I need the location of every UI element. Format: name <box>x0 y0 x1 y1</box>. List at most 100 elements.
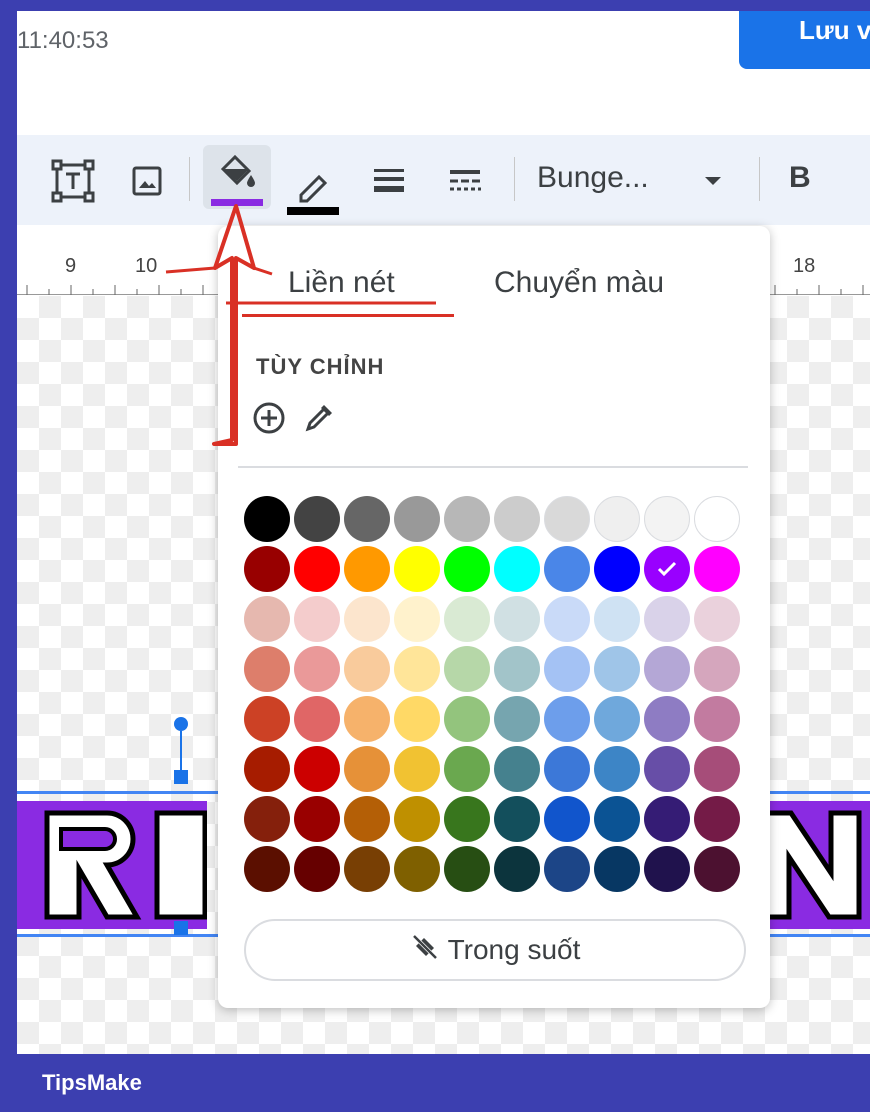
color-swatch[interactable] <box>694 846 740 892</box>
color-swatch[interactable] <box>444 596 490 642</box>
color-swatch[interactable] <box>494 796 540 842</box>
color-swatch[interactable] <box>594 796 640 842</box>
color-swatch[interactable] <box>294 846 340 892</box>
color-swatch[interactable] <box>244 696 290 742</box>
color-swatch[interactable] <box>344 696 390 742</box>
color-swatch[interactable] <box>494 696 540 742</box>
text-box-icon[interactable] <box>49 159 97 203</box>
color-swatch[interactable] <box>444 496 490 542</box>
border-dash-icon[interactable] <box>445 163 485 199</box>
color-swatch[interactable] <box>394 746 440 792</box>
color-swatch[interactable] <box>494 546 540 592</box>
color-swatch[interactable] <box>694 746 740 792</box>
border-weight-icon[interactable] <box>369 163 409 199</box>
color-swatch[interactable] <box>394 496 440 542</box>
color-swatch[interactable] <box>294 796 340 842</box>
color-swatch[interactable] <box>594 596 640 642</box>
color-swatch[interactable] <box>244 846 290 892</box>
color-swatch[interactable] <box>694 796 740 842</box>
tab-solid[interactable]: Liền nét <box>288 266 395 300</box>
color-swatch[interactable] <box>344 646 390 692</box>
resize-handle-bottom[interactable] <box>174 921 188 935</box>
color-swatch[interactable] <box>594 696 640 742</box>
color-swatch[interactable] <box>694 496 740 542</box>
color-swatch[interactable] <box>494 646 540 692</box>
color-swatch[interactable] <box>694 696 740 742</box>
color-swatch[interactable] <box>244 746 290 792</box>
color-swatch[interactable] <box>544 646 590 692</box>
chevron-down-icon[interactable] <box>699 169 727 193</box>
color-swatch[interactable] <box>644 696 690 742</box>
border-color-button[interactable] <box>287 161 339 217</box>
color-swatch[interactable] <box>444 846 490 892</box>
color-swatch[interactable] <box>244 796 290 842</box>
color-swatch[interactable] <box>344 796 390 842</box>
color-swatch[interactable] <box>494 596 540 642</box>
color-swatch[interactable] <box>344 746 390 792</box>
color-swatch[interactable] <box>294 596 340 642</box>
color-swatch[interactable] <box>544 596 590 642</box>
eyedropper-icon[interactable] <box>302 401 336 440</box>
color-swatch[interactable] <box>644 496 690 542</box>
image-icon[interactable] <box>125 161 169 201</box>
color-swatch[interactable] <box>594 846 640 892</box>
fill-color-button[interactable] <box>203 145 271 209</box>
color-swatch[interactable] <box>594 746 640 792</box>
color-swatch[interactable] <box>394 796 440 842</box>
color-swatch[interactable] <box>444 746 490 792</box>
color-swatch[interactable] <box>444 646 490 692</box>
color-swatch[interactable] <box>544 796 590 842</box>
color-swatch[interactable] <box>244 646 290 692</box>
color-swatch[interactable] <box>294 696 340 742</box>
color-swatch[interactable] <box>344 596 390 642</box>
color-swatch[interactable] <box>544 696 590 742</box>
color-swatch[interactable] <box>694 596 740 642</box>
color-swatch[interactable] <box>494 496 540 542</box>
color-swatch[interactable] <box>394 846 440 892</box>
bold-button[interactable]: B <box>789 161 811 195</box>
color-swatch[interactable] <box>544 846 590 892</box>
color-swatch[interactable] <box>644 596 690 642</box>
fill-color-indicator <box>211 199 263 206</box>
color-swatch[interactable] <box>594 496 640 542</box>
color-swatch[interactable] <box>644 646 690 692</box>
color-swatch[interactable] <box>294 646 340 692</box>
color-swatch[interactable] <box>244 596 290 642</box>
color-swatch[interactable] <box>394 546 440 592</box>
font-select[interactable]: Bunge... <box>537 161 649 195</box>
resize-handle-top[interactable] <box>174 770 188 784</box>
color-swatch[interactable] <box>444 696 490 742</box>
color-swatch[interactable] <box>494 746 540 792</box>
font-name: Bunge... <box>537 161 649 194</box>
rotate-handle[interactable] <box>174 717 188 731</box>
transparent-button[interactable]: Trong suốt <box>244 919 746 981</box>
color-swatch[interactable] <box>544 746 590 792</box>
color-swatch[interactable] <box>294 746 340 792</box>
color-swatch[interactable] <box>544 496 590 542</box>
color-swatch[interactable] <box>444 546 490 592</box>
color-swatch[interactable] <box>644 846 690 892</box>
color-swatch[interactable] <box>294 546 340 592</box>
color-swatch[interactable] <box>344 546 390 592</box>
color-swatch[interactable] <box>344 496 390 542</box>
color-swatch[interactable] <box>294 496 340 542</box>
color-swatch[interactable] <box>694 646 740 692</box>
color-swatch[interactable] <box>644 746 690 792</box>
color-swatch[interactable] <box>444 796 490 842</box>
color-swatch[interactable] <box>244 496 290 542</box>
color-swatch[interactable] <box>394 646 440 692</box>
color-swatch[interactable] <box>244 546 290 592</box>
color-swatch[interactable] <box>594 646 640 692</box>
color-swatch-selected[interactable] <box>644 546 690 592</box>
color-swatch[interactable] <box>544 546 590 592</box>
color-swatch[interactable] <box>344 846 390 892</box>
color-swatch[interactable] <box>494 846 540 892</box>
color-swatch[interactable] <box>594 546 640 592</box>
add-custom-color-icon[interactable] <box>252 401 286 440</box>
color-swatch[interactable] <box>394 696 440 742</box>
color-swatch[interactable] <box>394 596 440 642</box>
save-button[interactable]: Lưu v <box>739 11 870 69</box>
color-swatch[interactable] <box>694 546 740 592</box>
color-swatch[interactable] <box>644 796 690 842</box>
tab-gradient[interactable]: Chuyển màu <box>494 266 664 300</box>
